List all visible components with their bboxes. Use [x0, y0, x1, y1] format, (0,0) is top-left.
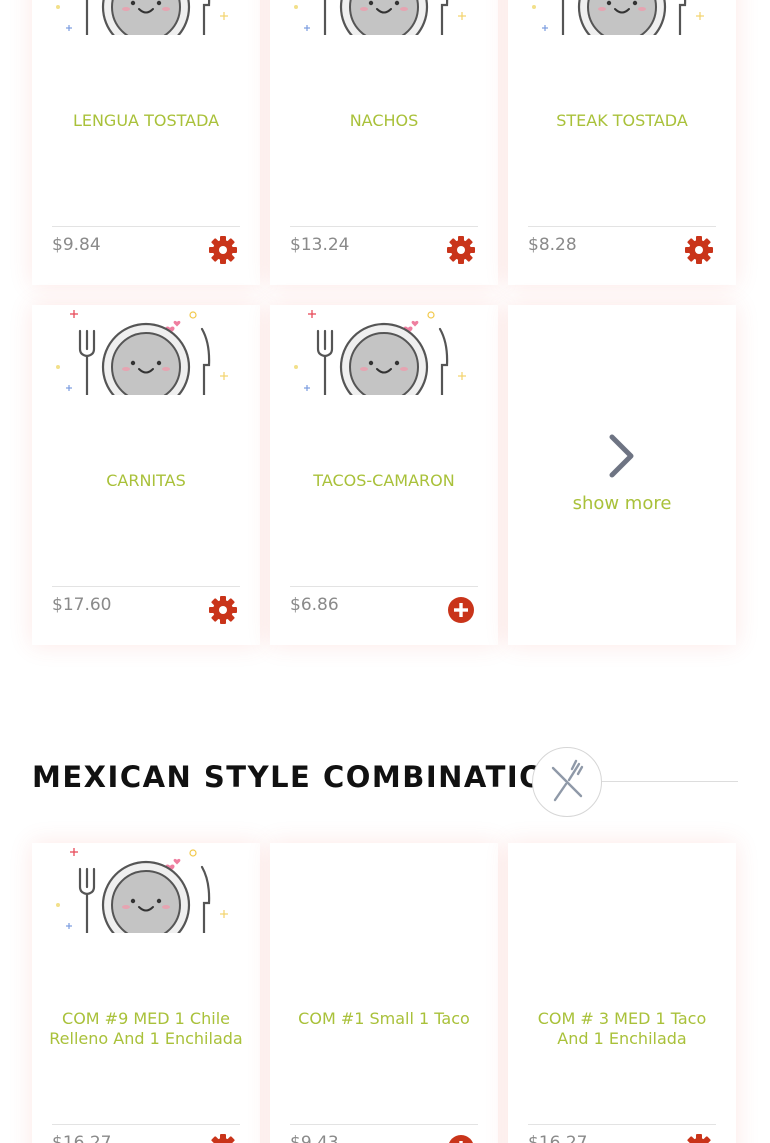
- card-divider: [528, 226, 716, 227]
- gear-icon: [208, 235, 238, 265]
- plus-circle-icon: [446, 1133, 476, 1143]
- show-more-card[interactable]: show more: [508, 305, 736, 645]
- item-name: COM # 3 MED 1 Taco And 1 Enchilada: [537, 1009, 707, 1048]
- item-price: $9.43: [290, 1133, 339, 1143]
- placeholder-plate-illustration: [52, 305, 232, 395]
- item-name: CARNITAS: [106, 471, 186, 490]
- section-divider: [600, 781, 738, 782]
- menu-item-card[interactable]: STEAK TOSTADA $8.28: [508, 0, 736, 285]
- item-price: $13.24: [290, 235, 350, 255]
- card-divider: [52, 226, 240, 227]
- gear-icon: [208, 595, 238, 625]
- placeholder-plate-illustration: [290, 305, 470, 395]
- show-more-label: show more: [572, 493, 672, 514]
- section-title: MEXICAN STYLE COMBINATIONS: [32, 760, 594, 794]
- customize-button[interactable]: [208, 595, 238, 625]
- item-price: $16.27: [52, 1133, 112, 1143]
- gear-icon: [684, 1133, 714, 1143]
- placeholder-plate-illustration: [290, 0, 470, 35]
- item-price: $16.27: [528, 1133, 588, 1143]
- card-divider: [52, 1124, 240, 1125]
- add-to-cart-button[interactable]: [446, 595, 476, 625]
- item-price: $17.60: [52, 595, 112, 615]
- menu-item-card[interactable]: COM #1 Small 1 Taco $9.43: [270, 843, 498, 1143]
- gear-icon: [684, 235, 714, 265]
- item-price: $9.84: [52, 235, 101, 255]
- item-name: STEAK TOSTADA: [556, 111, 688, 130]
- menu-item-card[interactable]: NACHOS $13.24: [270, 0, 498, 285]
- item-name: TACOS-CAMARON: [313, 471, 455, 490]
- card-divider: [52, 586, 240, 587]
- gear-icon: [208, 1133, 238, 1143]
- menu-item-card[interactable]: COM #9 MED 1 Chile Relleno And 1 Enchila…: [32, 843, 260, 1143]
- item-price: $6.86: [290, 595, 339, 615]
- item-price: $8.28: [528, 235, 577, 255]
- card-divider: [290, 226, 478, 227]
- section-badge: [532, 747, 602, 817]
- customize-button[interactable]: [208, 1133, 238, 1143]
- card-divider: [528, 1124, 716, 1125]
- menu-item-card[interactable]: COM # 3 MED 1 Taco And 1 Enchilada $16.2…: [508, 843, 736, 1143]
- item-name: COM #9 MED 1 Chile Relleno And 1 Enchila…: [49, 1009, 243, 1048]
- combinations-grid: COM #9 MED 1 Chile Relleno And 1 Enchila…: [32, 843, 738, 1143]
- menu-item-card[interactable]: CARNITAS $17.60: [32, 305, 260, 645]
- menu-item-card[interactable]: LENGUA TOSTADA $9.84: [32, 0, 260, 285]
- customize-button[interactable]: [684, 235, 714, 265]
- placeholder-plate-illustration: [528, 0, 708, 35]
- placeholder-plate-illustration: [52, 0, 232, 35]
- placeholder-plate-illustration: [52, 843, 232, 933]
- chevron-right-icon: [609, 434, 634, 478]
- menu-item-card[interactable]: TACOS-CAMARON $6.86: [270, 305, 498, 645]
- card-divider: [290, 1124, 478, 1125]
- add-to-cart-button[interactable]: [446, 1133, 476, 1143]
- customize-button[interactable]: [446, 235, 476, 265]
- crossed-utensils-icon: [551, 759, 584, 802]
- item-name: COM #1 Small 1 Taco: [298, 1009, 470, 1028]
- item-name: NACHOS: [349, 111, 419, 130]
- item-name: LENGUA TOSTADA: [72, 111, 220, 130]
- customize-button[interactable]: [208, 235, 238, 265]
- card-divider: [290, 586, 478, 587]
- gear-icon: [446, 235, 476, 265]
- plus-circle-icon: [446, 595, 476, 625]
- customize-button[interactable]: [684, 1133, 714, 1143]
- menu-grid-top: LENGUA TOSTADA $9.84 NACHOS $13.24 STEAK…: [32, 0, 738, 645]
